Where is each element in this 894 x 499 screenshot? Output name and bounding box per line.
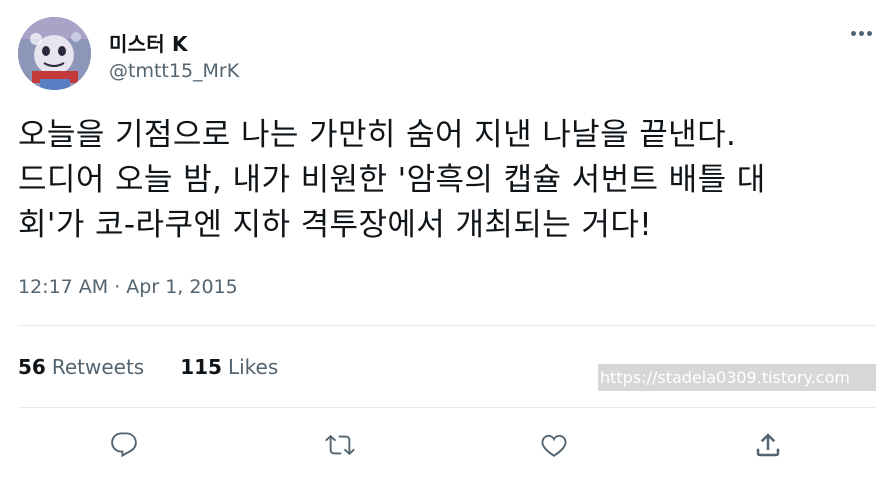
watermark: https://stadela0309.tistory.com	[598, 364, 876, 391]
heart-icon	[541, 434, 567, 457]
share-icon	[756, 433, 780, 457]
tweet-text: 오늘을 기점으로 나는 가만히 숨어 지낸 나날을 끝낸다. 드디어 오늘 밤, …	[18, 113, 868, 248]
like-button[interactable]	[537, 428, 571, 462]
share-button[interactable]	[751, 428, 785, 462]
display-name[interactable]: 미스터 K	[109, 28, 188, 57]
tweet-text-line: 드디어 오늘 밤, 내가 비원한 '암흑의 캡슐 서번트 배틀 대	[18, 162, 766, 198]
tweet-card: 미스터 K @tmtt15_MrK 오늘을 기점으로 나는 가만히 숨어 지낸 …	[0, 0, 894, 499]
tweet-timestamp[interactable]: 12:17 AM · Apr 1, 2015	[18, 276, 238, 298]
retweets-count: 56	[18, 355, 46, 379]
divider	[18, 407, 876, 408]
retweet-button[interactable]	[323, 428, 357, 462]
reply-button[interactable]	[107, 428, 141, 462]
more-dot	[866, 30, 872, 36]
likes-count: 115	[180, 355, 222, 379]
retweet-icon	[325, 434, 355, 456]
more-icon[interactable]	[846, 22, 876, 44]
user-handle[interactable]: @tmtt15_MrK	[109, 60, 239, 82]
tweet-text-line: 회'가 코-라쿠엔 지하 격투장에서 개최되는 거다!	[18, 207, 653, 243]
retweets-label: Retweets	[51, 355, 145, 379]
more-dot	[858, 30, 864, 36]
retweets-stat[interactable]: 56 Retweets	[18, 355, 144, 379]
tweet-text-line: 오늘을 기점으로 나는 가만히 숨어 지낸 나날을 끝낸다.	[18, 117, 737, 153]
likes-stat[interactable]: 115 Likes	[180, 355, 278, 379]
reply-icon	[111, 432, 137, 458]
tweet-stats: 56 Retweets 115 Likes	[18, 355, 314, 379]
more-dot	[850, 30, 856, 36]
avatar[interactable]	[18, 17, 91, 90]
divider	[18, 325, 876, 326]
avatar-image	[18, 17, 91, 90]
likes-label: Likes	[227, 355, 279, 379]
